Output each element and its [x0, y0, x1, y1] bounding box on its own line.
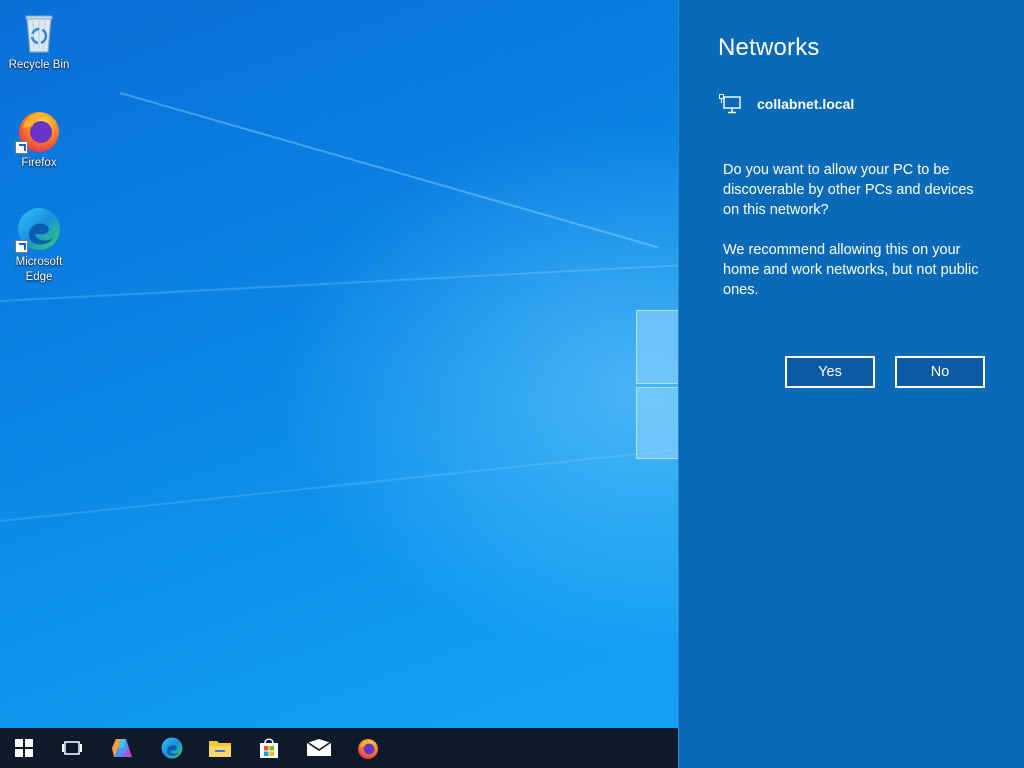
firefox-icon [358, 739, 378, 759]
task-view-icon [62, 741, 82, 755]
taskbar-mail-button[interactable] [295, 728, 343, 768]
taskbar-store-button[interactable] [245, 728, 293, 768]
task-view-button[interactable] [48, 728, 96, 768]
recycle-bin-icon [15, 8, 63, 56]
folder-icon [209, 741, 231, 757]
desktop-icon-firefox[interactable]: Firefox [3, 106, 75, 171]
shortcut-arrow-icon [15, 240, 28, 253]
desktop-icon-recycle-bin[interactable]: Recycle Bin [3, 8, 75, 73]
taskbar-file-explorer-button[interactable] [196, 728, 244, 768]
taskbar-copilot-button[interactable] [98, 728, 146, 768]
taskbar [0, 728, 678, 768]
no-button[interactable]: No [895, 356, 985, 388]
network-name: collabnet.local [757, 96, 855, 112]
store-icon [260, 738, 278, 758]
desktop-icon-label: Firefox [21, 157, 57, 169]
wallpaper-light-beam [0, 448, 677, 522]
windows-start-icon [15, 739, 33, 757]
desktop-icon-edge[interactable]: Microsoft Edge [3, 205, 75, 285]
desktop-icon-label: Recycle Bin [8, 59, 70, 71]
mail-icon [306, 739, 332, 756]
network-flyout-panel: Networks collabnet.local Do you want to … [678, 0, 1024, 768]
shortcut-arrow-icon [15, 141, 28, 154]
edge-icon [161, 737, 183, 759]
yes-button[interactable]: Yes [785, 356, 875, 388]
copilot-icon [112, 739, 132, 757]
firefox-icon [15, 106, 63, 154]
taskbar-firefox-button[interactable] [344, 728, 392, 768]
discoverable-question-text: Do you want to allow your PC to be disco… [723, 162, 974, 218]
flyout-title: Networks [718, 34, 820, 61]
edge-icon [15, 205, 63, 253]
recommendation-text: We recommend allowing this on your home … [723, 242, 979, 298]
start-button[interactable] [0, 728, 48, 768]
network-entry: collabnet.local [719, 94, 854, 114]
wallpaper-light-beam [0, 264, 680, 302]
taskbar-edge-button[interactable] [148, 728, 196, 768]
ethernet-icon [719, 94, 741, 114]
desktop-icon-label: Microsoft Edge [15, 256, 63, 283]
wallpaper-light-beam [119, 92, 659, 249]
